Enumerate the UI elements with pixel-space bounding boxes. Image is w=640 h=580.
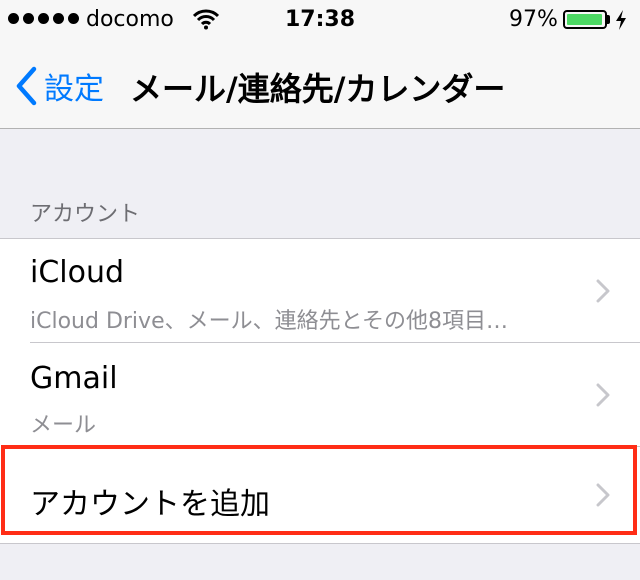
battery-percentage: 97% [509, 7, 558, 32]
chevron-right-icon [596, 279, 610, 303]
add-account-row[interactable]: アカウントを追加 [0, 447, 640, 543]
account-subtitle: メール [30, 413, 97, 438]
account-row-icloud[interactable]: iCloud iCloud Drive、メール、連絡先とその他8項目… [0, 239, 640, 343]
back-button-label: 設定 [44, 72, 104, 107]
add-account-label: アカウントを追加 [30, 487, 270, 522]
accounts-list: iCloud iCloud Drive、メール、連絡先とその他8項目… Gmai… [0, 238, 640, 544]
battery-level-fill [567, 14, 602, 25]
account-subtitle: iCloud Drive、メール、連絡先とその他8項目… [30, 309, 508, 334]
back-button[interactable]: 設定 [14, 64, 104, 108]
chevron-right-icon [596, 383, 610, 407]
status-bar: docomo 17:38 97% [0, 0, 640, 40]
charging-bolt-icon [616, 10, 626, 30]
chevron-left-icon [16, 66, 37, 106]
battery-icon [563, 10, 607, 29]
account-title: Gmail [30, 361, 118, 396]
account-title: iCloud [30, 255, 125, 290]
page-title: メール/連絡先/カレンダー [130, 70, 506, 108]
account-row-gmail[interactable]: Gmail メール [0, 343, 640, 447]
section-header-accounts: アカウント [30, 202, 141, 227]
navigation-bar: 設定 メール/連絡先/カレンダー [0, 40, 640, 129]
battery-nub [607, 15, 610, 24]
chevron-right-icon [596, 483, 610, 507]
